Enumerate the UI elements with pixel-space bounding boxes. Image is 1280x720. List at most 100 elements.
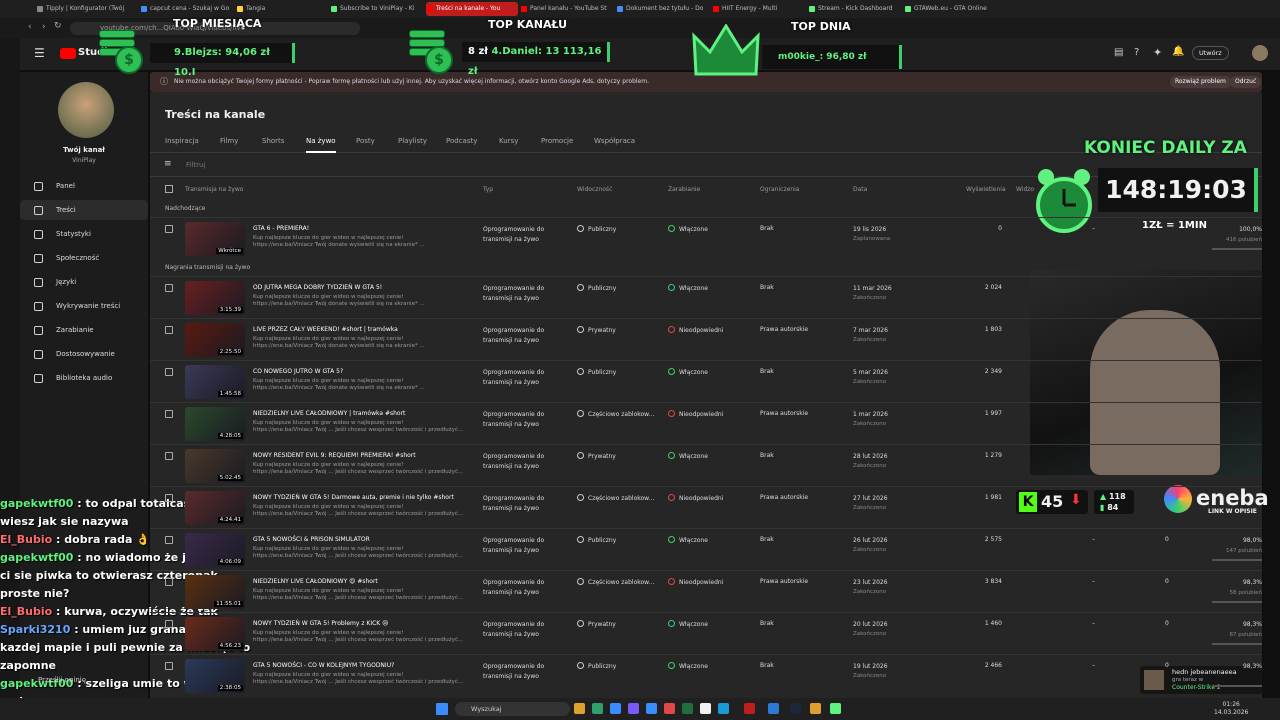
taskbar-app-icon[interactable] — [744, 703, 755, 714]
video-title[interactable]: NOWY TYDZIEŃ W GTA 5! Darmowe auta, prem… — [253, 494, 454, 501]
content-tab[interactable]: Filmy — [220, 137, 238, 145]
monetization-cell[interactable]: Włączone — [668, 662, 708, 670]
select-all-checkbox[interactable] — [165, 185, 173, 193]
visibility-cell[interactable]: Częściowo zablokow... — [577, 494, 654, 502]
avatar[interactable] — [1252, 45, 1268, 61]
content-tab[interactable]: Shorts — [262, 137, 284, 145]
taskbar-app-icon[interactable] — [574, 703, 585, 714]
video-thumbnail[interactable]: 11:55:01 — [185, 575, 245, 609]
visibility-cell[interactable]: Częściowo zablokow... — [577, 578, 654, 586]
content-tab[interactable]: Podcasty — [446, 137, 477, 145]
video-title[interactable]: CO NOWEGO JUTRO W GTA 5? — [253, 368, 343, 375]
video-thumbnail[interactable]: 4:24:41 — [185, 491, 245, 525]
resolve-button[interactable]: Rozwiąż problem — [1170, 76, 1231, 88]
content-tab[interactable]: Playlisty — [398, 137, 427, 145]
content-tab[interactable]: Współpraca — [594, 137, 635, 145]
bell-icon[interactable]: 🔔 — [1172, 46, 1184, 57]
visibility-cell[interactable]: Publiczny — [577, 225, 616, 233]
row-checkbox[interactable] — [165, 284, 173, 292]
monetization-cell[interactable]: Włączone — [668, 225, 708, 233]
video-title[interactable]: GTA 5 NOWOŚCI & PRISON SIMULATOR — [253, 536, 370, 543]
sidebar-item[interactable]: Dostosowywanie — [20, 344, 148, 364]
filter-icon[interactable]: ≡ — [164, 159, 172, 169]
browser-tab[interactable]: Dokument bez tytułu - Do — [616, 2, 708, 16]
video-thumbnail[interactable]: 4:56:23 — [185, 617, 245, 651]
column-header[interactable]: Zarabianie — [668, 186, 700, 193]
dismiss-button[interactable]: Odrzuć — [1230, 76, 1262, 88]
taskbar-app-icon[interactable] — [718, 703, 729, 714]
video-thumbnail[interactable]: 2:38:05 — [185, 659, 245, 693]
taskbar-app-icon[interactable] — [646, 703, 657, 714]
table-row[interactable]: 4:28:05 NIEDZIELNY LIVE CAŁODNIOWY | tram… — [150, 402, 1262, 444]
table-row[interactable]: Wkrótce GTA 6 - PREMIERA! Kup najlepsze kl… — [150, 217, 1262, 259]
visibility-cell[interactable]: Publiczny — [577, 536, 616, 544]
taskbar-app-icon[interactable] — [810, 703, 821, 714]
browser-tab[interactable]: Treści na kanale - You — [426, 2, 518, 16]
start-icon[interactable] — [436, 703, 448, 715]
video-thumbnail[interactable]: Wkrótce — [185, 222, 245, 256]
table-row[interactable]: 4:56:23 NOWY TYDZIEŃ W GTA 5! Problemy z … — [150, 612, 1262, 654]
visibility-cell[interactable]: Publiczny — [577, 368, 616, 376]
column-header[interactable]: Wyświetlenia — [966, 186, 1006, 193]
row-checkbox[interactable] — [165, 662, 173, 670]
taskbar-app-icon[interactable] — [592, 703, 603, 714]
video-thumbnail[interactable]: 5:02:45 — [185, 449, 245, 483]
sidebar-item[interactable]: Wykrywanie treści — [20, 296, 148, 316]
video-title[interactable]: NOWY TYDZIEŃ W GTA 5! Problemy z KICK 😢 — [253, 620, 388, 627]
taskbar-app-icon[interactable] — [682, 703, 693, 714]
monetization-cell[interactable]: Włączone — [668, 368, 708, 376]
youtube-logo-icon[interactable] — [60, 48, 76, 59]
table-row[interactable]: 4:24:41 NOWY TYDZIEŃ W GTA 5! Darmowe aut… — [150, 486, 1262, 528]
sidebar-item[interactable]: Panel — [20, 176, 148, 196]
visibility-cell[interactable]: Publiczny — [577, 662, 616, 670]
help-icon[interactable]: ? — [1134, 47, 1139, 58]
sidebar-item[interactable]: Zarabianie — [20, 320, 148, 340]
menu-icon[interactable]: ☰ — [34, 46, 45, 60]
browser-tab[interactable]: capcut cena - Szukaj w Go — [140, 2, 232, 16]
video-title[interactable]: GTA 6 - PREMIERA! — [253, 225, 309, 232]
video-thumbnail[interactable]: 3:15:39 — [185, 281, 245, 315]
browser-tab[interactable]: HIIT Energy - Multi — [712, 2, 804, 16]
visibility-cell[interactable]: Prywatny — [577, 620, 616, 628]
browser-tab[interactable]: Stream - Kick Dashboard — [808, 2, 900, 16]
taskbar-app-icon[interactable] — [830, 703, 841, 714]
video-thumbnail[interactable]: 4:28:05 — [185, 407, 245, 441]
taskbar-app-icon[interactable] — [700, 703, 711, 714]
reload-icon[interactable]: ↻ — [54, 21, 62, 31]
video-title[interactable]: NOWY RESIDENT EVIL 9: REQUIEM! PREMIERA!… — [253, 452, 416, 459]
row-checkbox[interactable] — [165, 452, 173, 460]
visibility-cell[interactable]: Prywatny — [577, 326, 616, 334]
back-icon[interactable]: ‹ — [28, 22, 32, 32]
video-title[interactable]: LIVE PRZEZ CAŁY WEEKEND! #short | tramów… — [253, 326, 398, 333]
browser-tab[interactable]: Tangia — [236, 2, 326, 16]
video-title[interactable]: NIEDZIELNY LIVE CAŁODNIOWY 😍 #short — [253, 578, 378, 585]
taskbar-app-icon[interactable] — [610, 703, 621, 714]
monetization-cell[interactable]: Włączone — [668, 620, 708, 628]
row-checkbox[interactable] — [165, 536, 173, 544]
taskbar-app-icon[interactable] — [768, 703, 779, 714]
sparkle-icon[interactable]: ✦ — [1153, 46, 1162, 59]
row-checkbox[interactable] — [165, 326, 173, 334]
visibility-cell[interactable]: Prywatny — [577, 452, 616, 460]
forward-icon[interactable]: › — [42, 22, 46, 32]
monetization-cell[interactable]: Włączone — [668, 536, 708, 544]
column-header[interactable]: Widoczność — [577, 186, 612, 193]
table-row[interactable]: 1:45:58 CO NOWEGO JUTRO W GTA 5? Kup najle… — [150, 360, 1262, 402]
column-header[interactable]: Widzo — [1016, 186, 1034, 193]
browser-tab[interactable]: Subscribe to ViniPlay - Ki — [330, 2, 422, 16]
taskbar-app-icon[interactable] — [628, 703, 639, 714]
feedback-icon[interactable]: ▤ — [1114, 47, 1123, 58]
channel-avatar[interactable] — [58, 82, 114, 138]
monetization-cell[interactable]: Nieodpowiedni — [668, 494, 723, 502]
table-row[interactable]: 3:15:39 OD JUTRA MEGA DOBRY TYDZIEŃ W GTA… — [150, 276, 1262, 318]
content-tab[interactable]: Kursy — [499, 137, 518, 145]
video-thumbnail[interactable]: 4:06:09 — [185, 533, 245, 567]
feedback-link[interactable]: Prześlij opinię — [38, 676, 86, 684]
content-tab[interactable]: Inspiracja — [165, 137, 199, 145]
monetization-cell[interactable]: Nieodpowiedni — [668, 578, 723, 586]
table-row[interactable]: 4:06:09 GTA 5 NOWOŚCI & PRISON SIMULATOR K… — [150, 528, 1262, 570]
column-header[interactable]: Typ — [483, 186, 493, 193]
row-checkbox[interactable] — [165, 578, 173, 586]
sidebar-item[interactable]: Statystyki — [20, 224, 148, 244]
table-row[interactable]: 11:55:01 NIEDZIELNY LIVE CAŁODNIOWY 😍 #sh… — [150, 570, 1262, 612]
